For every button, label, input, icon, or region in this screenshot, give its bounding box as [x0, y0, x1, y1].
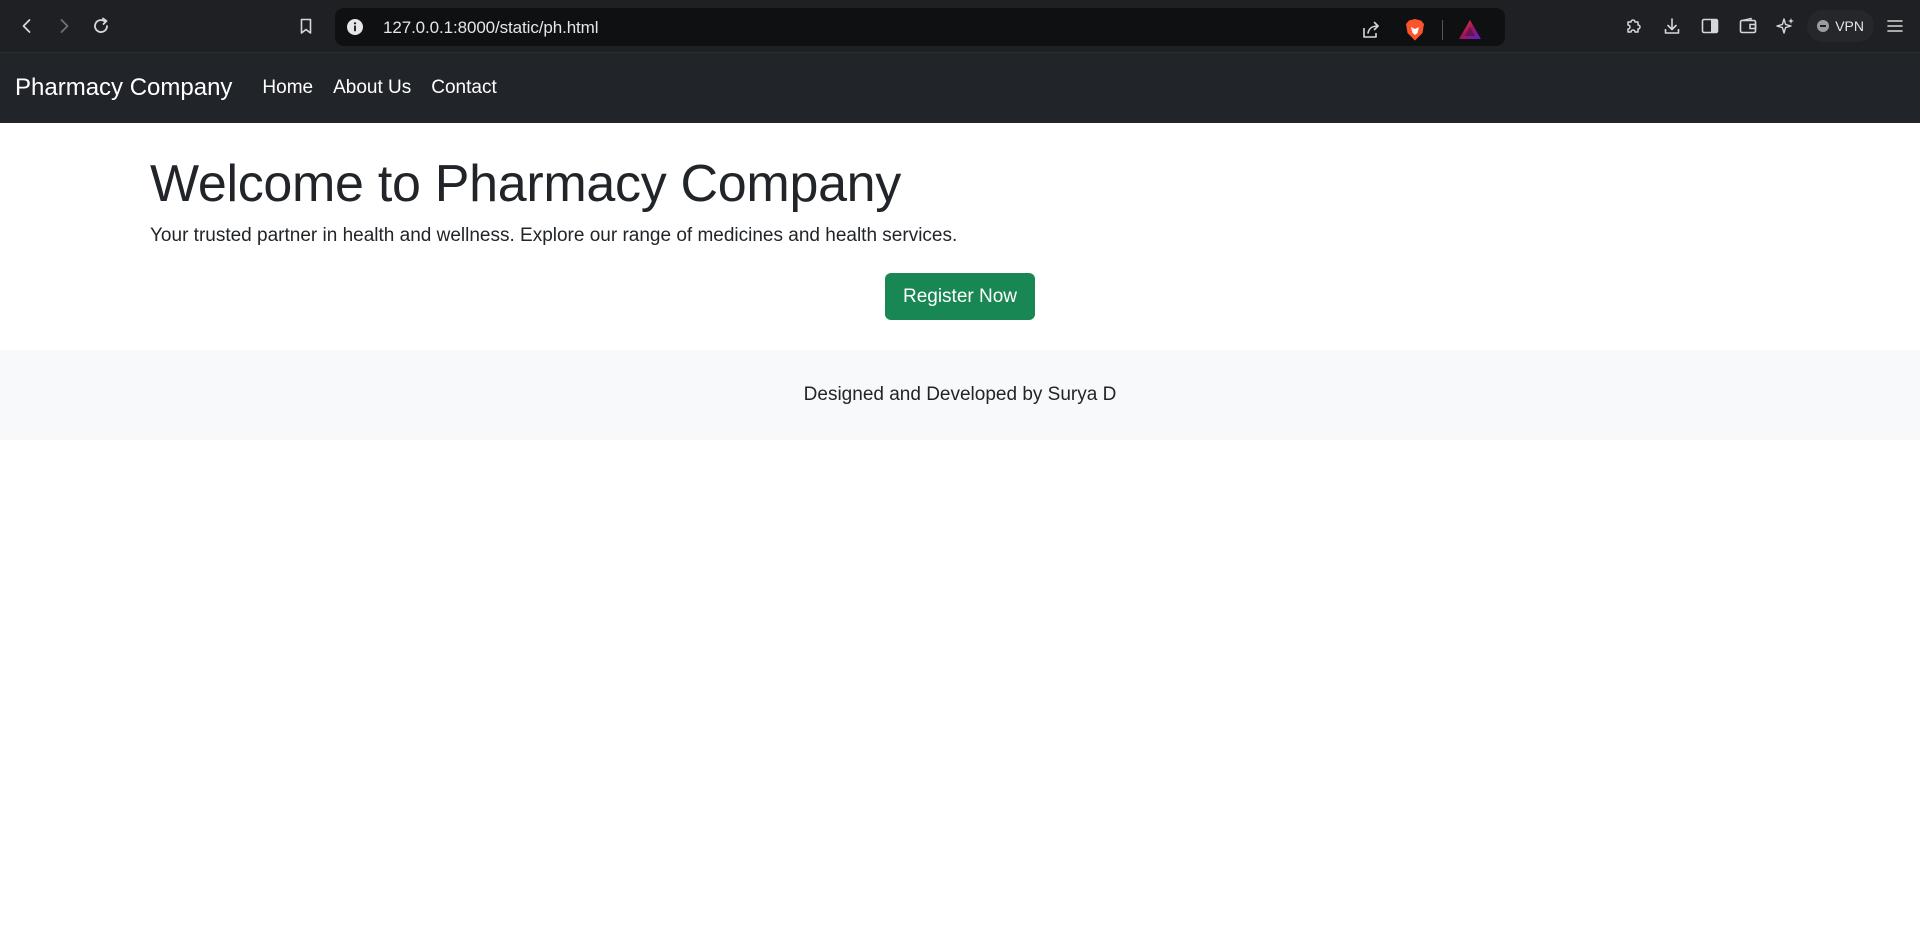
hero-description: Your trusted partner in health and welln…: [150, 225, 958, 247]
menu-icon: [1887, 20, 1903, 32]
back-icon: [22, 19, 31, 33]
register-now-button[interactable]: Register Now: [885, 273, 1035, 320]
back-button[interactable]: [10, 9, 44, 43]
brave-shields-icon: [1406, 19, 1424, 41]
wallet-icon: [1739, 17, 1757, 34]
page-footer: Designed and Developed by Surya D: [0, 350, 1920, 440]
wallet-button[interactable]: [1731, 9, 1765, 43]
nav-link-contact[interactable]: Contact: [431, 77, 496, 99]
browser-actions: VPN: [1617, 9, 1912, 43]
menu-button[interactable]: [1878, 9, 1912, 43]
sidebar-icon: [1701, 18, 1719, 34]
reload-button[interactable]: [84, 9, 118, 43]
site-info-button[interactable]: [345, 17, 365, 37]
forward-button[interactable]: [47, 9, 81, 43]
downloads-button[interactable]: [1655, 9, 1689, 43]
brave-rewards-button[interactable]: [1453, 13, 1487, 47]
reload-icon: [94, 17, 108, 33]
brave-rewards-icon: [1459, 20, 1481, 39]
address-bar[interactable]: 127.0.0.1:8000/static/ph.html: [335, 8, 1505, 46]
downloads-icon: [1664, 18, 1680, 34]
leo-ai-button[interactable]: [1769, 9, 1803, 43]
site-info-icon: [347, 19, 363, 35]
address-bar-divider: [1442, 20, 1443, 40]
extensions-button[interactable]: [1617, 9, 1651, 43]
forward-icon: [60, 19, 69, 33]
vpn-status-icon: [1817, 20, 1830, 32]
navbar-brand[interactable]: Pharmacy Company: [15, 74, 232, 102]
leo-ai-icon: [1776, 18, 1795, 34]
page-title: Welcome to Pharmacy Company: [150, 155, 902, 213]
share-icon: [1363, 21, 1379, 38]
extensions-icon: [1627, 19, 1641, 33]
vpn-button[interactable]: VPN: [1807, 10, 1874, 42]
footer-credit: Designed and Developed by Surya D: [803, 384, 1117, 405]
vpn-label: VPN: [1835, 18, 1864, 34]
browser-toolbar: 127.0.0.1:8000/static/ph.html VPN: [0, 0, 1920, 53]
navigation-buttons: [10, 9, 118, 43]
address-bar-actions: [1354, 13, 1487, 47]
site-navbar: Pharmacy Company Home About Us Contact: [0, 53, 1920, 123]
hero-section: Welcome to Pharmacy Company Your trusted…: [0, 123, 1920, 350]
brave-shields-button[interactable]: [1398, 13, 1432, 47]
nav-link-about-us[interactable]: About Us: [333, 77, 411, 99]
bookmark-icon: [300, 18, 312, 34]
nav-link-home[interactable]: Home: [262, 77, 313, 99]
sidebar-button[interactable]: [1693, 9, 1727, 43]
url-text[interactable]: 127.0.0.1:8000/static/ph.html: [383, 18, 599, 38]
share-button[interactable]: [1354, 13, 1388, 47]
bookmark-button[interactable]: [289, 9, 323, 43]
